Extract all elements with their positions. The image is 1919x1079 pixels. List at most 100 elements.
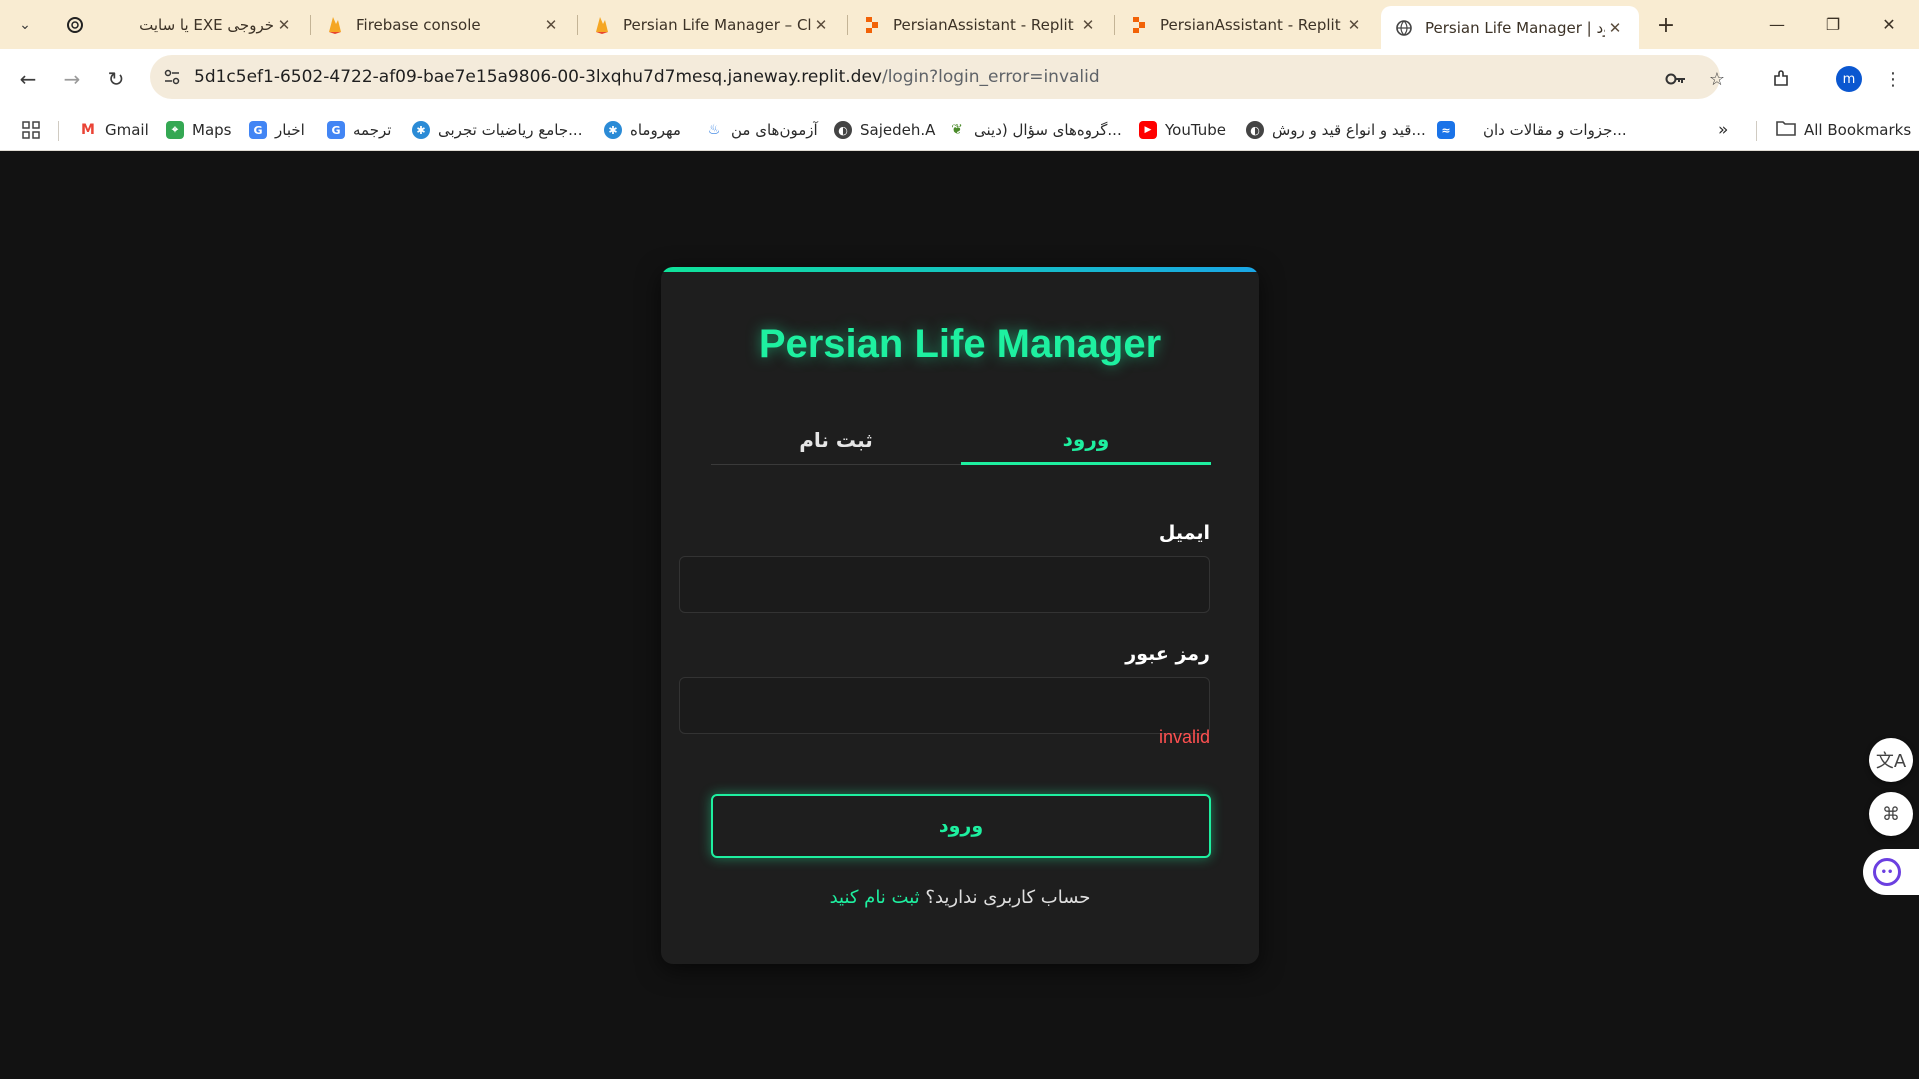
news-icon: G	[249, 121, 267, 139]
command-float-button[interactable]: ⌘	[1869, 792, 1913, 836]
chevron-down-icon: ⌄	[19, 17, 31, 33]
globe-icon: ✱	[604, 121, 622, 139]
tab-title: خروجی EXE یا سایت	[139, 15, 274, 34]
email-field[interactable]	[679, 556, 1210, 613]
reload-icon: ↻	[107, 67, 125, 91]
app-title: Persian Life Manager	[758, 322, 1162, 366]
youtube-icon: ▶	[1139, 121, 1157, 139]
bookmarks-bar: M Gmail ⌖ Maps G اخبار G ترجمه ✱ جامع ری…	[0, 109, 1919, 151]
assistant-face-icon: ••	[1873, 858, 1901, 886]
url-text: 5d1c5ef1-6502-4722-af09-bae7e15a9806-00-…	[194, 67, 1100, 87]
bookmark-questions[interactable]: ❦ گروه‌های سؤال (دینی...	[948, 119, 1122, 141]
tab-login[interactable]: ورود	[961, 415, 1211, 465]
password-label: رمز عبور	[1125, 643, 1210, 665]
login-error-text: invalid	[1158, 727, 1210, 747]
tab-title: Persian Life Manager – Clo	[623, 15, 811, 34]
leaf-icon: ❦	[948, 121, 966, 139]
restore-icon: ❐	[1825, 15, 1841, 34]
browser-tab-2[interactable]: Firebase console ✕	[312, 8, 575, 41]
translate-float-button[interactable]: 文A	[1869, 738, 1913, 782]
arrow-left-icon: ←	[19, 67, 37, 91]
minimize-icon: —	[1769, 15, 1785, 34]
browser-tab-4[interactable]: PersianAssistant - Replit ✕	[849, 8, 1112, 41]
gmail-icon: M	[79, 121, 97, 139]
page-content: Persian Life Manager ثبت نام ورود ایمیل …	[0, 151, 1919, 1079]
register-prompt: حساب کاربری ندارید؟ ثبت نام کنید	[661, 887, 1259, 908]
extensions-icon[interactable]	[1764, 62, 1798, 96]
email-label: ایمیل	[1158, 522, 1210, 544]
address-bar[interactable]: 5d1c5ef1-6502-4722-af09-bae7e15a9806-00-…	[150, 55, 1720, 99]
profile-avatar[interactable]: m	[1836, 66, 1862, 92]
command-icon: ⌘	[1882, 803, 1900, 825]
all-bookmarks[interactable]: All Bookmarks	[1776, 119, 1911, 141]
browser-tabstrip: ⌄ خروجی EXE یا سایت ✕ Firebase console ✕…	[0, 0, 1919, 49]
register-link[interactable]: ثبت نام کنید	[830, 887, 920, 908]
bookmark-youtube[interactable]: ▶ YouTube	[1139, 119, 1226, 141]
firebase-icon	[593, 16, 611, 34]
tab-search-button[interactable]: ⌄	[10, 10, 40, 40]
globe-icon	[1395, 19, 1413, 37]
bookmark-news[interactable]: G اخبار	[249, 119, 305, 141]
openai-icon	[66, 16, 84, 34]
restore-button[interactable]: ❐	[1805, 0, 1861, 49]
assistant-float-button[interactable]: ••	[1863, 849, 1919, 895]
tab-title: PersianAssistant - Replit	[1160, 15, 1341, 34]
globe-icon: ◐	[1246, 121, 1264, 139]
plus-icon: +	[1656, 12, 1676, 38]
browser-tab-3[interactable]: Persian Life Manager – Clo ✕	[579, 8, 845, 41]
close-icon[interactable]: ✕	[811, 15, 831, 35]
bookmark-qeyd[interactable]: ◐ قید و انواع قید و روش...	[1246, 119, 1426, 141]
new-tab-button[interactable]: +	[1651, 10, 1681, 40]
close-icon[interactable]: ✕	[1605, 18, 1625, 38]
close-icon: ✕	[1882, 15, 1896, 34]
login-card: Persian Life Manager ثبت نام ورود ایمیل …	[661, 267, 1259, 964]
arrow-right-icon: →	[63, 67, 81, 91]
browser-tab-6-active[interactable]: Persian Life Manager | ورود ✕	[1381, 6, 1639, 49]
minimize-button[interactable]: —	[1749, 0, 1805, 49]
site-settings-icon[interactable]	[150, 68, 194, 86]
bookmarks-overflow-icon[interactable]: »	[1718, 119, 1728, 141]
close-window-button[interactable]: ✕	[1861, 0, 1917, 49]
browser-toolbar: ← → ↻ 5d1c5ef1-6502-4722-af09-bae7e15a98…	[0, 49, 1919, 109]
browser-tab-1[interactable]: خروجی EXE یا سایت ✕	[52, 8, 308, 41]
bookmark-notes[interactable]: ≈ جزوات و مقالات دان...	[1437, 119, 1627, 141]
bookmark-translate[interactable]: G ترجمه	[327, 119, 391, 141]
bookmark-sajedeh[interactable]: ◐ Sajedeh.A	[834, 119, 935, 141]
tab-title: Persian Life Manager | ورود	[1425, 18, 1605, 37]
login-submit-button[interactable]: ورود	[711, 794, 1211, 858]
tab-register[interactable]: ثبت نام	[711, 415, 961, 465]
bookmark-math[interactable]: ✱ جامع ریاضیات تجربی...	[412, 119, 582, 141]
replit-icon	[863, 16, 881, 34]
star-icon[interactable]: ☆	[1700, 62, 1734, 96]
close-icon[interactable]: ✕	[274, 15, 294, 35]
bookmark-exams[interactable]: ♨ آزمون‌های من	[705, 119, 818, 141]
flame-icon: ♨	[705, 121, 723, 139]
auth-tabs: ثبت نام ورود	[711, 415, 1211, 465]
apps-grid-icon[interactable]	[22, 119, 40, 141]
bookmark-mehromah[interactable]: ✱ مهروماه	[604, 119, 681, 141]
bookmark-gmail[interactable]: M Gmail	[79, 119, 149, 141]
replit-icon	[1130, 16, 1148, 34]
folder-icon	[1776, 120, 1796, 140]
globe-icon: ✱	[412, 121, 430, 139]
browser-tab-5[interactable]: PersianAssistant - Replit ✕	[1116, 8, 1378, 41]
translate-icon: 文A	[1875, 751, 1907, 772]
globe-icon: ◐	[834, 121, 852, 139]
close-icon[interactable]: ✕	[1344, 15, 1364, 35]
bookmark-maps[interactable]: ⌖ Maps	[166, 119, 231, 141]
tab-title: PersianAssistant - Replit	[893, 15, 1074, 34]
tab-title: Firebase console	[356, 15, 481, 34]
card-accent-bar	[661, 267, 1259, 272]
chart-icon: ≈	[1437, 121, 1455, 139]
password-field[interactable]	[679, 677, 1210, 734]
back-button[interactable]: ←	[11, 62, 45, 96]
no-account-text: حساب کاربری ندارید؟	[925, 887, 1091, 908]
translate-icon: G	[327, 121, 345, 139]
password-key-icon[interactable]	[1659, 62, 1693, 96]
kebab-menu-icon[interactable]: ⋮	[1876, 62, 1910, 96]
reload-button[interactable]: ↻	[99, 62, 133, 96]
close-icon[interactable]: ✕	[1078, 15, 1098, 35]
close-icon[interactable]: ✕	[541, 15, 561, 35]
forward-button[interactable]: →	[55, 62, 89, 96]
firebase-icon	[326, 16, 344, 34]
